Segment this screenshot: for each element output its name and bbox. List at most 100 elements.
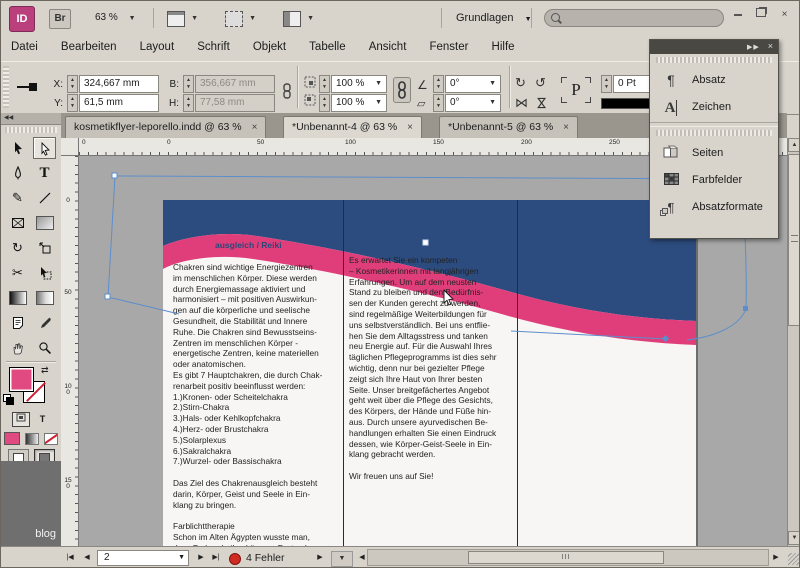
zoom-level-dropdown[interactable]: 63 % ▼ xyxy=(89,9,151,27)
reference-point-proxy[interactable] xyxy=(17,82,39,92)
ruler-origin-box[interactable] xyxy=(61,138,79,156)
fit-frame-icon[interactable] xyxy=(303,93,317,110)
document-page[interactable]: ausgleich / Reiki Chakren sind wichtige … xyxy=(163,200,696,546)
arrange-documents-button[interactable]: ▼ xyxy=(283,9,317,27)
fit-content-icon[interactable] xyxy=(303,75,317,92)
height-field[interactable]: 77,58 mm xyxy=(195,94,275,112)
scroll-left-icon[interactable]: ◀ xyxy=(357,551,367,565)
x-stepper[interactable]: ▲▼ xyxy=(67,75,78,93)
scroll-down-icon[interactable]: ▼ xyxy=(788,531,800,545)
close-icon[interactable]: × xyxy=(407,122,413,133)
hand-tool[interactable] xyxy=(6,337,29,359)
restore-button[interactable] xyxy=(753,8,770,23)
rotation-field[interactable]: 0°▼ xyxy=(445,75,501,93)
scissors-tool[interactable]: ✂ xyxy=(6,262,29,284)
rotate-ccw-icon[interactable]: ↺ xyxy=(535,75,546,91)
shear-stepper[interactable]: ▲▼ xyxy=(433,94,444,112)
scale-x-stepper[interactable]: ▲▼ xyxy=(319,75,330,93)
frame-tool[interactable] xyxy=(6,212,29,234)
workspace-switcher[interactable]: Grundlagen ▼ xyxy=(456,9,532,27)
menu-schrift[interactable]: Schrift xyxy=(187,35,240,58)
width-stepper[interactable]: ▲▼ xyxy=(183,75,194,93)
menu-tabelle[interactable]: Tabelle xyxy=(299,35,355,58)
menu-datei[interactable]: Datei xyxy=(1,35,48,58)
view-options-button[interactable]: ▼ xyxy=(167,9,201,27)
preflight-menu-button[interactable]: ▼ xyxy=(331,551,353,567)
panel-item-seiten[interactable]: Seiten xyxy=(650,139,778,166)
menu-layout[interactable]: Layout xyxy=(130,35,185,58)
horizontal-scrollbar[interactable]: III xyxy=(367,549,769,566)
x-field[interactable]: 324,667 mm xyxy=(79,75,159,93)
screen-mode-button[interactable]: ▼ xyxy=(225,9,259,27)
panel-gripper[interactable] xyxy=(656,130,772,136)
width-field[interactable]: 356,667 mm xyxy=(195,75,275,93)
bridge-button[interactable]: Br xyxy=(49,9,71,29)
fill-swatch[interactable] xyxy=(9,367,34,392)
window-resize-grip[interactable] xyxy=(788,553,800,565)
panel-item-zeichen[interactable]: A Zeichen xyxy=(650,93,778,120)
scale-y-stepper[interactable]: ▲▼ xyxy=(319,94,330,112)
y-stepper[interactable]: ▲▼ xyxy=(67,94,78,112)
text-frame-column-2[interactable]: Es erwartet Sie ein kompeten – Kosmetike… xyxy=(349,255,517,482)
minimize-button[interactable] xyxy=(730,8,747,23)
panel-gripper[interactable] xyxy=(656,57,772,63)
flip-vertical-icon[interactable]: ⋈ xyxy=(534,97,550,110)
search-input[interactable] xyxy=(544,9,724,27)
note-tool[interactable] xyxy=(6,312,29,334)
formatting-affects-text-button[interactable]: T xyxy=(35,413,51,426)
scale-y-field[interactable]: 100 %▼ xyxy=(331,94,387,112)
rotate-cw-icon[interactable]: ↻ xyxy=(515,75,526,91)
apply-color-button[interactable] xyxy=(4,432,20,445)
constrain-scale-link-button[interactable] xyxy=(393,77,411,103)
panel-item-absatzformate[interactable]: ¶ Absatzformate xyxy=(650,193,778,220)
scroll-up-icon[interactable]: ▲ xyxy=(788,138,800,152)
page-number-field[interactable]: 2 ▼ xyxy=(97,550,189,566)
default-fill-stroke-icon[interactable] xyxy=(3,394,13,404)
swap-fill-stroke-icon[interactable]: ⇄ xyxy=(41,365,49,376)
menu-fenster[interactable]: Fenster xyxy=(419,35,478,58)
panel-item-farbfelder[interactable]: Farbfelder xyxy=(650,166,778,193)
panel-gripper[interactable] xyxy=(5,127,57,133)
rotate-tool[interactable]: ↻ xyxy=(6,237,29,259)
rectangle-tool[interactable] xyxy=(33,212,56,234)
eyedropper-tool[interactable] xyxy=(33,312,56,334)
pencil-tool[interactable]: ✎ xyxy=(6,187,29,209)
position-tool[interactable] xyxy=(33,262,56,284)
vertical-ruler[interactable]: 0 50 100 150 xyxy=(61,156,79,546)
select-container-icon[interactable]: P xyxy=(563,78,589,102)
gradient-feather-tool[interactable] xyxy=(33,287,56,309)
pen-tool[interactable] xyxy=(6,162,29,184)
selection-tool[interactable] xyxy=(6,137,29,159)
next-page-button[interactable]: ▶ xyxy=(195,551,207,565)
line-tool[interactable] xyxy=(33,187,56,209)
apply-gradient-button[interactable] xyxy=(25,433,39,445)
constrain-dimensions-icon[interactable] xyxy=(281,83,293,102)
close-icon[interactable]: × xyxy=(252,122,258,133)
zoom-tool[interactable] xyxy=(33,337,56,359)
tab-unbenannt-5[interactable]: *Unbenannt-5 @ 63 % × xyxy=(439,116,578,138)
preflight-next-icon[interactable]: ▶ xyxy=(315,551,325,565)
tab-kosmetikflyer[interactable]: kosmetikflyer-leporello.indd @ 63 % × xyxy=(65,116,266,138)
stroke-weight-stepper[interactable]: ▲▼ xyxy=(601,75,612,93)
direct-selection-tool[interactable] xyxy=(33,137,56,159)
scroll-right-icon[interactable]: ▶ xyxy=(771,551,781,565)
horizontal-scroll-thumb[interactable]: III xyxy=(468,551,664,564)
height-stepper[interactable]: ▲▼ xyxy=(183,94,194,112)
tab-unbenannt-4[interactable]: *Unbenannt-4 @ 63 % × xyxy=(283,116,422,138)
type-tool[interactable]: T xyxy=(33,162,56,184)
close-icon[interactable]: × xyxy=(768,41,774,51)
vertical-scroll-thumb[interactable] xyxy=(788,154,800,326)
expand-panels-icon[interactable]: ▶▶ xyxy=(747,44,760,51)
rotation-stepper[interactable]: ▲▼ xyxy=(433,75,444,93)
scale-x-field[interactable]: 100 %▼ xyxy=(331,75,387,93)
menu-bearbeiten[interactable]: Bearbeiten xyxy=(51,35,127,58)
previous-page-button[interactable]: ◀ xyxy=(81,551,93,565)
last-page-button[interactable]: ▶| xyxy=(209,551,223,565)
flip-horizontal-icon[interactable]: ⋈ xyxy=(515,95,528,111)
menu-ansicht[interactable]: Ansicht xyxy=(359,35,417,58)
gradient-tool[interactable] xyxy=(6,287,29,309)
menu-objekt[interactable]: Objekt xyxy=(243,35,296,58)
vertical-scrollbar[interactable]: ▲ ▼ xyxy=(787,138,800,546)
text-frame-column-1[interactable]: Chakren sind wichtige Energiezentren im … xyxy=(173,262,341,546)
close-icon[interactable]: × xyxy=(563,122,569,133)
